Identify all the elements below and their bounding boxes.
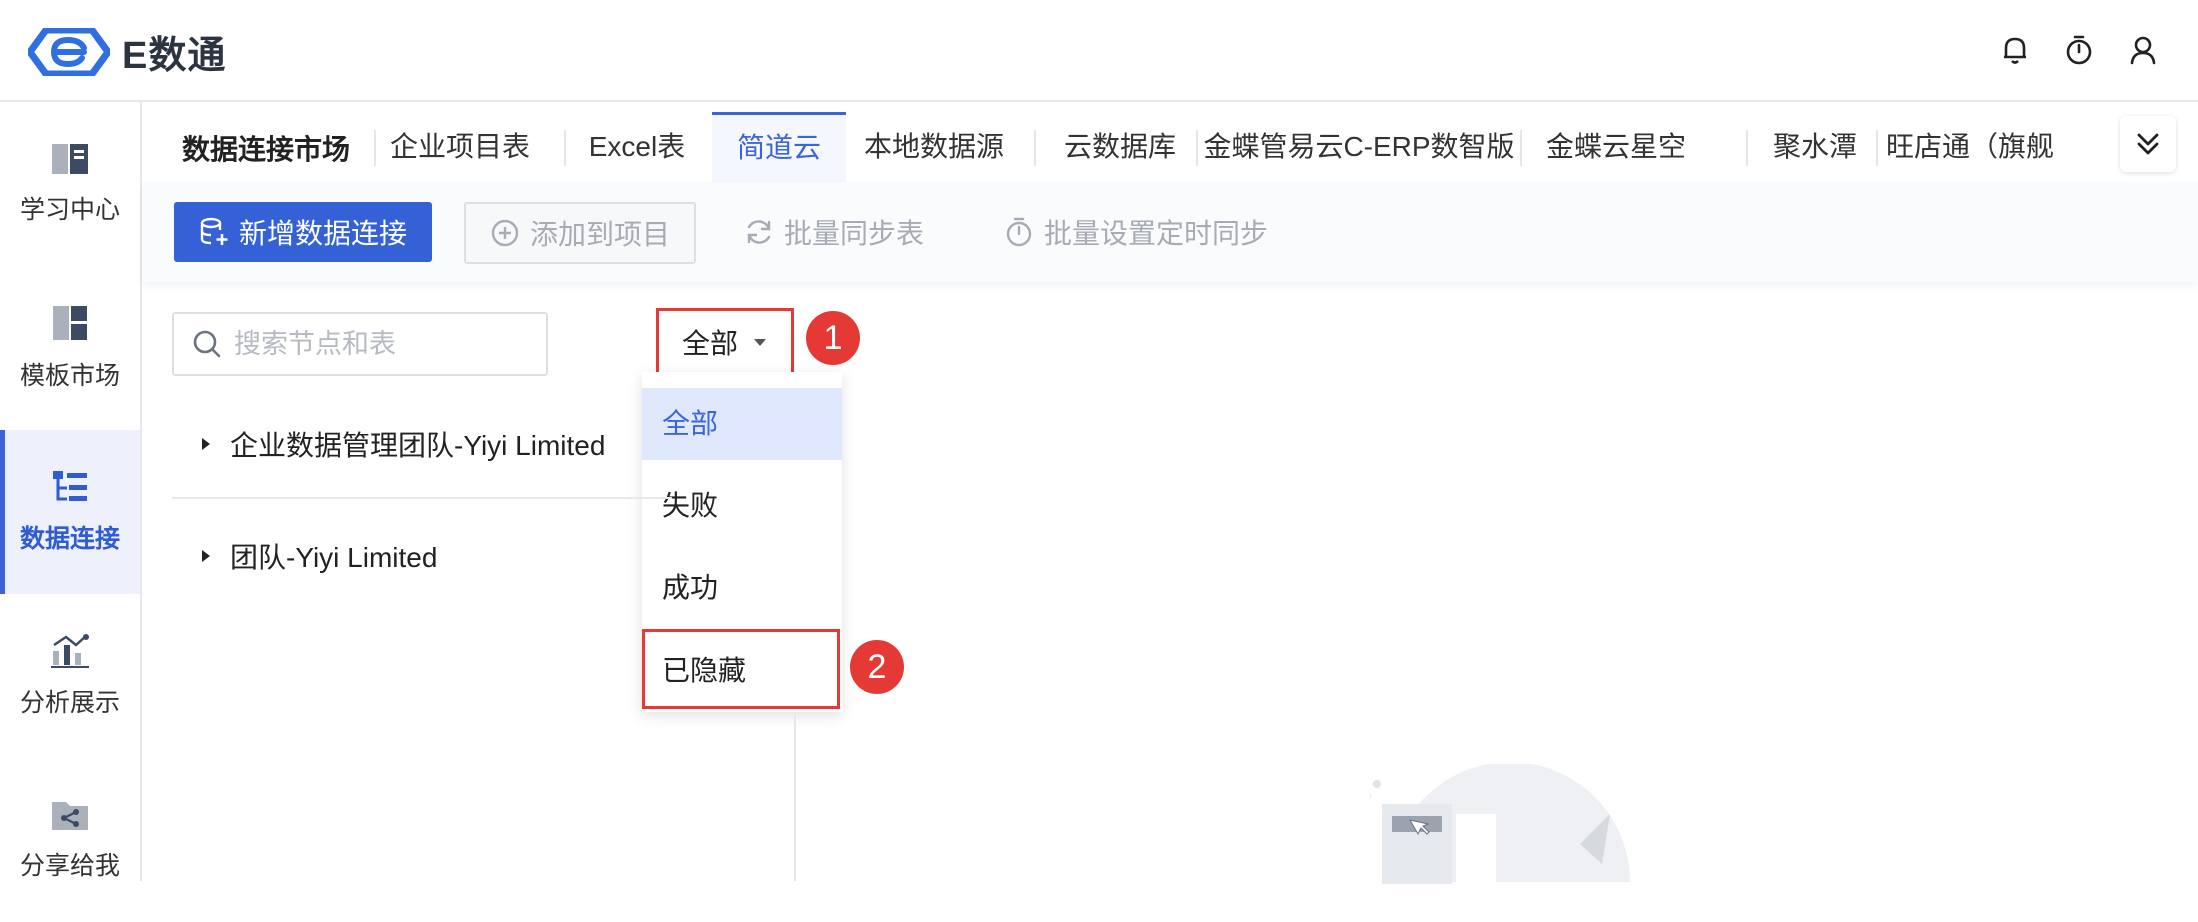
search-box xyxy=(172,312,548,376)
tab-jiandaoyun[interactable]: 简道云 xyxy=(712,112,846,185)
tab-jushuitan[interactable]: 聚水潭 xyxy=(1748,112,1882,182)
refresh-icon xyxy=(747,220,771,244)
main-area: 数据连接市场 企业项目表 Excel表 简道云 本地数据源 云数据库 金蝶管易云… xyxy=(142,102,2198,884)
share-folder-icon xyxy=(52,802,88,830)
sidebar-item-label: 学习中心 xyxy=(19,196,120,224)
add-to-project-button[interactable]: 添加到项目 xyxy=(464,202,696,264)
tab-excel[interactable]: Excel表 xyxy=(566,112,708,182)
sidebar: 学习中心 模板市场 数据连接 分析展示 分享给我 xyxy=(0,102,142,881)
tree-node[interactable]: 团队-Yiyi Limited xyxy=(200,536,437,576)
tree-divider xyxy=(172,497,672,499)
timer-icon[interactable] xyxy=(2062,30,2096,70)
status-filter-select[interactable]: 全部 xyxy=(656,308,794,376)
more-tabs-button[interactable] xyxy=(2120,116,2176,172)
batch-schedule-button[interactable]: 批量设置定时同步 xyxy=(1004,202,1268,262)
new-connection-label: 新增数据连接 xyxy=(238,218,407,249)
caret-right-icon xyxy=(202,550,210,562)
hidden-option-highlight xyxy=(642,629,840,709)
step-badge-1: 1 xyxy=(806,311,860,365)
sidebar-item-shared[interactable]: 分享给我 xyxy=(0,758,140,922)
user-icon[interactable] xyxy=(2126,30,2160,70)
sidebar-item-learning[interactable]: 学习中心 xyxy=(0,102,140,266)
tab-kingdee-cloud[interactable]: 金蝶云星空 xyxy=(1522,112,1710,182)
search-icon xyxy=(193,330,221,358)
plus-circle-icon xyxy=(491,219,519,247)
filter-option-failed[interactable]: 失败 xyxy=(642,470,842,542)
caret-down-icon xyxy=(754,339,766,346)
filter-option-all[interactable]: 全部 xyxy=(642,388,842,460)
sidebar-item-templates[interactable]: 模板市场 xyxy=(0,266,140,430)
tab-enterprise-project[interactable]: 企业项目表 xyxy=(376,112,544,182)
tree-node[interactable]: 企业数据管理团队-Yiyi Limited xyxy=(200,424,605,464)
filter-option-success[interactable]: 成功 xyxy=(642,552,842,624)
tab-bar: 数据连接市场 企业项目表 Excel表 简道云 本地数据源 云数据库 金蝶管易云… xyxy=(142,102,2198,185)
sidebar-item-label: 分析展示 xyxy=(19,689,120,717)
logo-icon xyxy=(28,27,110,76)
timer-icon xyxy=(1006,217,1032,247)
tab-cloud-database[interactable]: 云数据库 xyxy=(1036,112,1204,182)
sidebar-item-analysis[interactable]: 分析展示 xyxy=(0,594,140,758)
tree-node-label: 企业数据管理团队-Yiyi Limited xyxy=(230,430,606,461)
caret-right-icon xyxy=(202,438,210,450)
data-connect-icon xyxy=(53,471,87,501)
tab-wangdiantong[interactable]: 旺店通（旗舰 xyxy=(1886,112,2076,182)
empty-state-illustration xyxy=(1370,764,1630,884)
tab-kingdee-guanyi[interactable]: 金蝶管易云C-ERP数智版 xyxy=(1198,112,1520,182)
step-badge-2: 2 xyxy=(850,640,904,694)
batch-sync-button[interactable]: 批量同步表 xyxy=(744,202,924,262)
batch-schedule-label: 批量设置定时同步 xyxy=(1044,218,1269,249)
book-icon xyxy=(52,144,88,174)
toolbar: 新增数据连接 添加到项目 批量同步表 批量设置定时同步 xyxy=(142,182,2198,282)
tab-divider xyxy=(1876,130,1878,166)
database-add-icon xyxy=(200,217,228,245)
template-icon xyxy=(53,306,87,340)
logo-text: E数通 xyxy=(122,35,227,77)
add-to-project-label: 添加到项目 xyxy=(529,219,670,250)
top-bar: E数通 xyxy=(0,0,2198,102)
chevron-double-down-icon xyxy=(2137,133,2159,155)
sidebar-item-label: 数据连接 xyxy=(19,525,120,553)
batch-sync-label: 批量同步表 xyxy=(784,218,925,249)
tab-local-datasource[interactable]: 本地数据源 xyxy=(850,112,1018,182)
chart-icon xyxy=(51,634,89,668)
tree-node-label: 团队-Yiyi Limited xyxy=(230,542,438,573)
tab-bar-title: 数据连接市场 xyxy=(182,134,351,165)
status-filter-value: 全部 xyxy=(681,328,738,359)
bell-icon[interactable] xyxy=(1998,30,2032,70)
panel-divider xyxy=(794,712,796,881)
sidebar-item-data-connection[interactable]: 数据连接 xyxy=(0,430,140,594)
sidebar-item-label: 模板市场 xyxy=(19,362,120,390)
sidebar-item-label: 分享给我 xyxy=(19,852,120,880)
app-logo[interactable]: E数通 xyxy=(28,24,226,79)
search-input[interactable] xyxy=(232,327,536,361)
new-connection-button[interactable]: 新增数据连接 xyxy=(174,202,432,262)
